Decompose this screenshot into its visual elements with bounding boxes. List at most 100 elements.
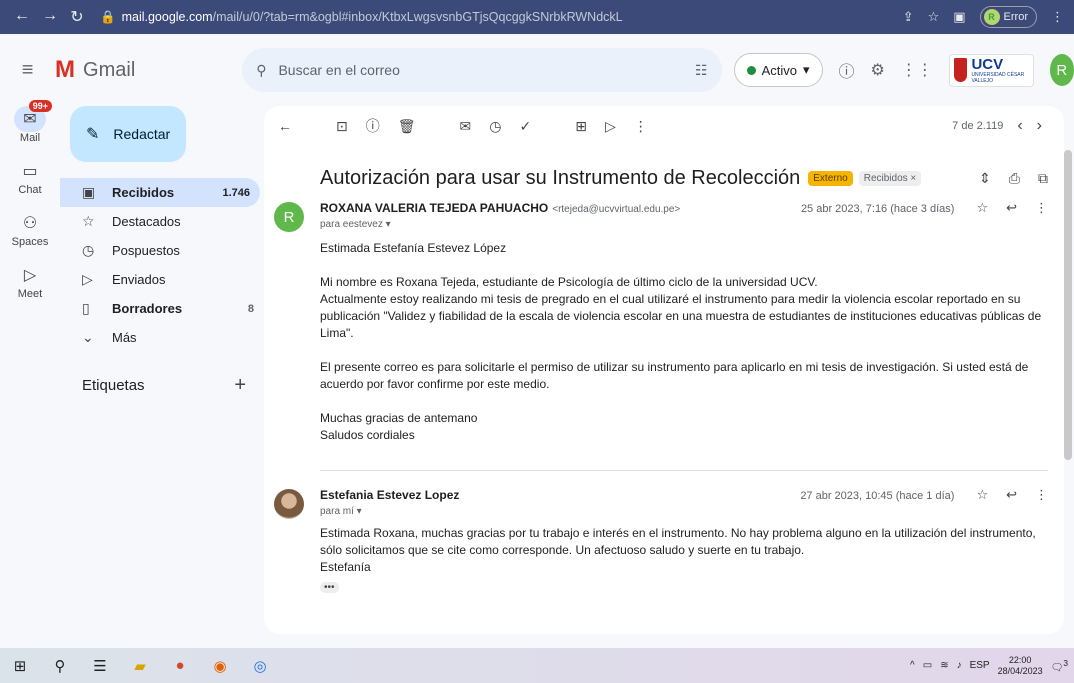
lock-icon: 🔒: [100, 9, 116, 24]
sender-name[interactable]: Estefania Estevez Lopez: [320, 488, 459, 502]
compose-button[interactable]: ✎ Redactar: [70, 106, 186, 162]
archive-icon[interactable]: ⊡: [336, 118, 348, 135]
chevron-left-icon[interactable]: ‹: [1017, 117, 1022, 135]
gmail-header: ≡ M Gmail ⚲ Buscar en el correo ☷ Activo…: [0, 34, 1074, 106]
org-logo[interactable]: UCV UNIVERSIDAD CÉSAR VALLEJO: [948, 53, 1034, 87]
status-dropdown[interactable]: Activo ▾: [733, 53, 823, 87]
message-card: Estefania Estevez Lopez 27 abr 2023, 10:…: [264, 487, 1064, 593]
forward-arrow-icon[interactable]: →: [42, 7, 58, 27]
sidebar-item-inbox[interactable]: ▣ Recibidos 1.746: [60, 178, 260, 207]
sender-avatar[interactable]: [274, 489, 304, 519]
sidebar-item-label: Más: [112, 330, 137, 345]
back-arrow-icon[interactable]: ←: [278, 118, 292, 134]
language-indicator[interactable]: ESP: [970, 660, 990, 671]
rail-item-meet[interactable]: ▷ Meet: [0, 262, 60, 300]
pager-text: 7 de 2.119: [952, 120, 1004, 132]
firefox-icon[interactable]: ◉: [210, 656, 230, 676]
system-clock[interactable]: 22:00 28/04/2023: [998, 655, 1043, 677]
battery-icon[interactable]: ▭: [923, 660, 932, 671]
print-icon[interactable]: ⎙: [1009, 170, 1020, 187]
rail-item-mail[interactable]: ✉ 99+ Mail: [0, 100, 60, 144]
sidebar-item-snoozed[interactable]: ◷ Pospuestos: [60, 236, 264, 265]
message-divider: [320, 470, 1048, 471]
sender-email: <rtejeda@ucvvirtual.edu.pe>: [552, 204, 681, 215]
notifications-icon[interactable]: 🗨3: [1051, 658, 1068, 673]
search-bar[interactable]: ⚲ Buscar en el correo ☷: [242, 48, 722, 92]
help-icon[interactable]: ⓘ: [839, 58, 855, 82]
star-icon[interactable]: ☆: [976, 200, 988, 216]
search-icon[interactable]: ⚲: [50, 656, 70, 676]
status-dot-icon: [746, 65, 756, 75]
volume-icon[interactable]: ♪: [957, 660, 962, 671]
nav-sidebar: ✎ Redactar ▣ Recibidos 1.746 ☆ Destacado…: [60, 106, 264, 397]
browser-menu-icon[interactable]: ⋮: [1051, 9, 1064, 25]
star-icon[interactable]: ☆: [976, 487, 988, 503]
gear-icon[interactable]: ⚙: [871, 60, 885, 80]
browser-profile-button[interactable]: R Error: [979, 6, 1037, 28]
draft-file-icon: ▯: [82, 300, 90, 316]
inbox-label-chip[interactable]: Recibidos ×: [858, 170, 922, 186]
more-options-icon[interactable]: ⋮: [634, 118, 648, 135]
more-options-icon[interactable]: ⋮: [1035, 200, 1048, 216]
search-input[interactable]: Buscar en el correo: [278, 62, 683, 78]
chevron-up-icon[interactable]: ^: [910, 660, 915, 671]
sidebar-item-drafts[interactable]: ▯ Borradores 8: [60, 294, 264, 323]
add-label-icon[interactable]: +: [234, 374, 246, 397]
account-avatar[interactable]: R: [1049, 54, 1074, 86]
sender-name[interactable]: ROXANA VALERIA TEJEDA PAHUACHO: [320, 201, 548, 215]
mark-unread-icon[interactable]: ✉: [460, 118, 472, 135]
clock-icon: ◷: [82, 242, 95, 258]
sender-avatar[interactable]: R: [274, 202, 304, 232]
scrollbar[interactable]: [1064, 150, 1072, 460]
pencil-icon: ✎: [86, 126, 100, 143]
rail-item-spaces[interactable]: ⚇ Spaces: [0, 210, 60, 248]
url-path: /mail/u/0/?tab=rm&ogbl#inbox/KtbxLwgsvsn…: [212, 10, 623, 24]
chevron-right-icon[interactable]: ›: [1037, 117, 1042, 135]
snooze-icon[interactable]: ◷: [489, 118, 501, 135]
app-icon[interactable]: ●: [170, 656, 190, 676]
wifi-icon[interactable]: ≋: [940, 660, 948, 671]
sidebar-item-sent[interactable]: ▷ Enviados: [60, 265, 264, 294]
sidebar-item-label: Recibidos: [112, 185, 175, 200]
file-explorer-icon[interactable]: ▰: [130, 656, 150, 676]
move-to-icon[interactable]: ⊞: [575, 118, 587, 135]
reload-icon[interactable]: ↻: [70, 7, 84, 27]
inbox-icon: ▣: [82, 184, 96, 200]
search-options-icon[interactable]: ☷: [695, 62, 708, 79]
message-body: Estimada Estefanía Estevez López Mi nomb…: [320, 240, 1050, 444]
sidepanel-icon[interactable]: ▣: [953, 9, 965, 25]
sidebar-item-more[interactable]: ⌄ Más: [60, 323, 264, 352]
task-view-icon[interactable]: ☰: [90, 656, 110, 676]
show-trimmed-content-button[interactable]: •••: [320, 582, 339, 593]
rail-item-chat[interactable]: ▭ Chat: [0, 158, 60, 196]
collapse-all-icon[interactable]: ⇕: [979, 170, 991, 187]
reply-icon[interactable]: ↩: [1006, 200, 1017, 216]
windows-start-icon[interactable]: ⊞: [10, 656, 30, 676]
sidebar-item-starred[interactable]: ☆ Destacados: [60, 207, 264, 236]
send-icon: ▷: [82, 271, 93, 287]
browser-toolbar: ← → ↻ 🔒 mail.google.com/mail/u/0/?tab=rm…: [0, 0, 1074, 34]
gmail-m-icon: M: [55, 56, 76, 83]
trash-icon[interactable]: 🗑: [398, 118, 416, 135]
reply-icon[interactable]: ↩: [1006, 487, 1017, 503]
clock-time: 22:00: [1008, 654, 1032, 665]
recipient-line[interactable]: para eestevez ▾: [320, 219, 1048, 230]
add-task-icon[interactable]: ✓: [519, 118, 531, 135]
apps-grid-icon[interactable]: ⋮⋮: [901, 60, 933, 80]
address-bar[interactable]: 🔒 mail.google.com/mail/u/0/?tab=rm&ogbl#…: [100, 3, 880, 31]
more-options-icon[interactable]: ⋮: [1035, 487, 1048, 503]
chrome-icon[interactable]: ◎: [250, 656, 270, 676]
back-arrow-icon[interactable]: ←: [14, 7, 30, 27]
recipient-line[interactable]: para mí ▾: [320, 506, 1048, 517]
bookmark-star-icon[interactable]: ☆: [928, 9, 940, 25]
search-icon[interactable]: ⚲: [256, 62, 266, 79]
label-icon[interactable]: ▷: [605, 118, 616, 135]
rail-item-label: Spaces: [11, 236, 49, 248]
gmail-logo[interactable]: M Gmail: [55, 56, 242, 84]
message-paragraph: El presente correo es para solicitarle e…: [320, 360, 1029, 391]
share-icon[interactable]: ⇪: [903, 9, 914, 25]
main-menu-icon[interactable]: ≡: [0, 59, 55, 82]
report-spam-icon[interactable]: ⓘ: [366, 116, 380, 136]
open-new-window-icon[interactable]: ⧉: [1038, 170, 1048, 187]
message-paragraph: Muchas gracias de antemano: [320, 411, 478, 425]
